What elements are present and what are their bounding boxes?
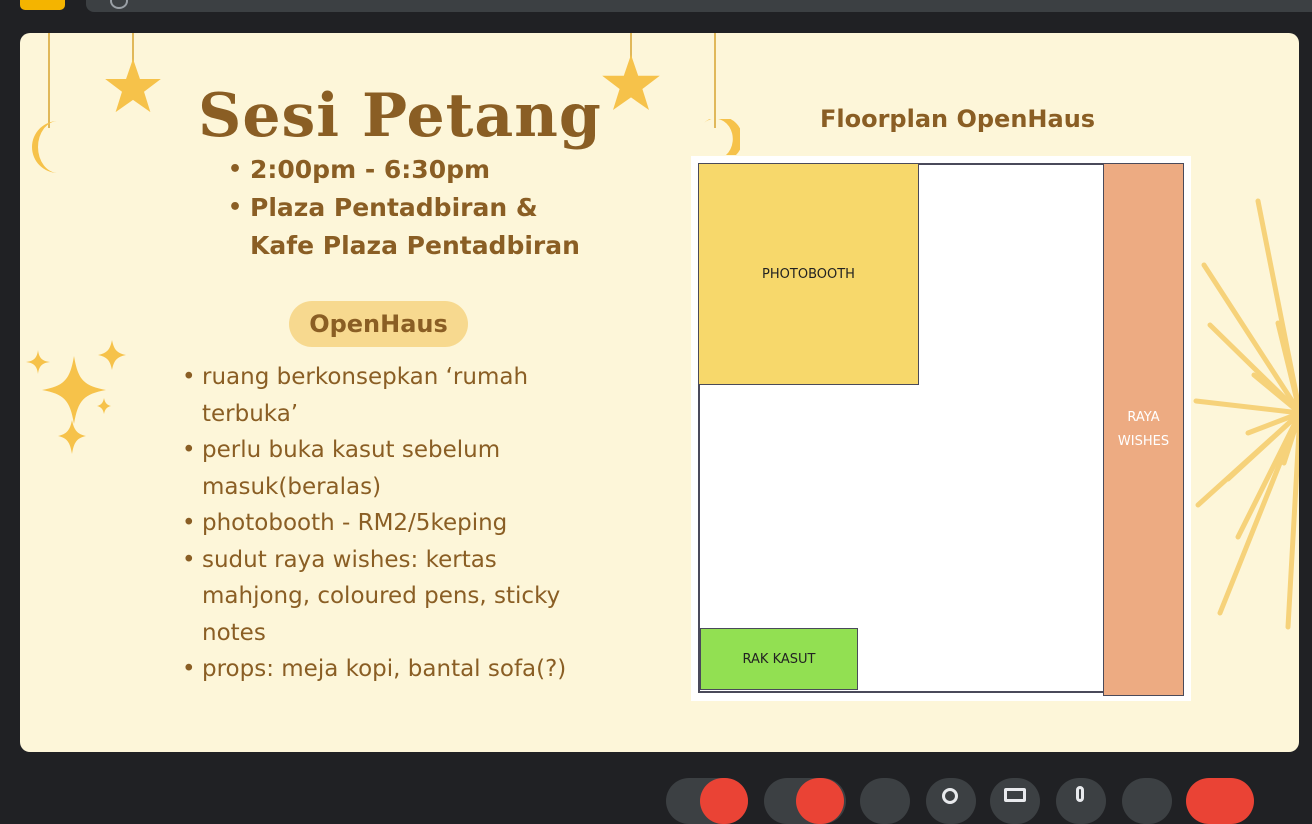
more-options-button[interactable] — [1122, 778, 1172, 824]
meeting-controls — [0, 760, 1312, 824]
present-button[interactable] — [990, 778, 1040, 824]
raya-label: RAYA — [1127, 409, 1160, 425]
microphone-control[interactable] — [666, 778, 748, 824]
wishes-label: WISHES — [1117, 433, 1170, 449]
presentation-slide: Sesi Petang 2:00pm - 6:30pm Plaza Pentad… — [20, 33, 1299, 752]
crescent-moon-icon — [32, 121, 58, 173]
hanging-string — [48, 33, 50, 128]
app-chip[interactable] — [20, 0, 65, 10]
hand-icon — [1076, 786, 1084, 802]
camera-icon — [796, 778, 844, 824]
captions-button[interactable] — [860, 778, 910, 824]
raya-wishes-area: RAYA WISHES — [1103, 163, 1184, 696]
openhaus-details: ruang berkonsepkan ‘rumah terbuka’ perlu… — [182, 359, 602, 688]
hand-button[interactable] — [926, 778, 976, 824]
slide-title: Sesi Petang — [198, 81, 602, 151]
photobooth-area: PHOTOBOOTH — [698, 163, 919, 385]
present-icon — [1004, 788, 1026, 802]
hand-icon — [942, 788, 958, 804]
star-icon — [602, 54, 660, 110]
reactions-button[interactable] — [1056, 778, 1106, 824]
address-bar[interactable] — [86, 0, 1312, 12]
floorplan-title: Floorplan OpenHaus — [820, 105, 1096, 133]
hanging-string — [714, 33, 716, 128]
rak-kasut-label: RAK KASUT — [742, 651, 816, 667]
floorplan: PHOTOBOOTH RAK KASUT RAYA WISHES — [691, 156, 1191, 701]
sunburst-decoration — [1193, 198, 1299, 630]
star-icon — [105, 58, 161, 113]
session-info-list: 2:00pm - 6:30pm Plaza Pentadbiran & — [228, 151, 538, 227]
session-venue: Plaza Pentadbiran & — [228, 189, 538, 227]
microphone-icon — [700, 778, 748, 824]
openhaus-label: OpenHaus — [289, 301, 468, 347]
rak-kasut-area: RAK KASUT — [700, 628, 858, 690]
end-call-button[interactable] — [1186, 778, 1254, 824]
top-bar — [0, 0, 1312, 14]
crescent-moon-icon — [704, 119, 740, 155]
session-venue-cont: Kafe Plaza Pentadbiran — [250, 231, 580, 260]
camera-control[interactable] — [764, 778, 846, 824]
list-item: sudut raya wishes: kertas mahjong, colou… — [182, 542, 602, 652]
list-item: perlu buka kasut sebelum masuk(beralas) — [182, 432, 602, 505]
photobooth-label: PHOTOBOOTH — [762, 266, 855, 282]
list-item: ruang berkonsepkan ‘rumah terbuka’ — [182, 359, 602, 432]
list-item: props: meja kopi, bantal sofa(?) — [182, 651, 602, 688]
sparkle-icon — [26, 340, 126, 454]
list-item: photobooth - RM2/5keping — [182, 505, 602, 542]
session-time: 2:00pm - 6:30pm — [228, 151, 538, 189]
